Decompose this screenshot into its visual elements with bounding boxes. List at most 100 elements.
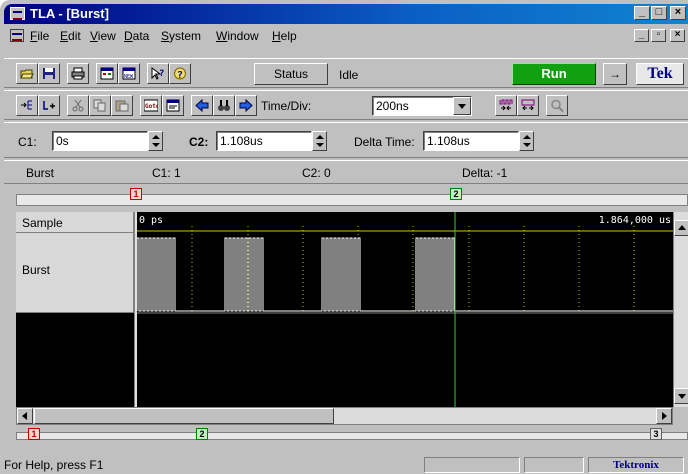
cursor-bar: C1: 0s C2: 1.108us Delta Time: 1.108us — [4, 122, 688, 158]
svg-text:?: ? — [177, 70, 183, 80]
delta-time-input[interactable]: 1.108us — [423, 131, 519, 151]
status-cell-2 — [524, 457, 584, 473]
cursor3-marker-bottom[interactable]: 3 — [650, 428, 662, 440]
goto-button[interactable]: Goto — [140, 95, 162, 116]
signal-name-burst[interactable]: Burst — [16, 233, 134, 313]
doc-close-button[interactable]: × — [670, 29, 685, 42]
search-forward-icon — [239, 99, 253, 112]
c1-spinner[interactable] — [148, 131, 163, 151]
copy-icon — [93, 99, 106, 112]
waveform-canvas: 0 ps 1.864,000 us — [137, 212, 673, 407]
cut-icon — [72, 99, 84, 112]
scroll-down-arrow[interactable] — [674, 388, 688, 404]
time-start-label: 0 ps — [139, 215, 163, 226]
find-icon — [218, 100, 230, 111]
open-button[interactable] — [16, 63, 38, 84]
menu-system[interactable]: System — [161, 29, 201, 43]
menu-window[interactable]: Window — [216, 29, 259, 43]
timediv-label: Time/Div: — [261, 99, 312, 113]
title-bar[interactable]: TLA - [Burst] _ □ × — [4, 4, 688, 24]
menu-edit-rest: dit — [68, 29, 81, 43]
c2-label: C2: — [189, 135, 209, 149]
run-button[interactable]: Run — [512, 63, 596, 85]
cursor-bottom-strip[interactable] — [16, 432, 688, 440]
cursor-overview-strip[interactable] — [16, 194, 688, 206]
context-help-button[interactable]: ? — [147, 63, 169, 84]
magnify-button[interactable] — [546, 95, 568, 116]
status-button[interactable]: Status — [254, 63, 328, 85]
search-forward-button[interactable] — [235, 95, 257, 116]
zoom-in-button[interactable] — [495, 95, 517, 116]
find-button[interactable] — [213, 95, 235, 116]
horizontal-scrollbar[interactable] — [16, 407, 673, 425]
signal-name-sample[interactable]: Sample — [16, 212, 134, 233]
c1-label: C1: — [18, 135, 37, 149]
delta-time-label: Delta Time: — [354, 135, 415, 149]
menu-file[interactable]: File — [30, 29, 49, 43]
status-bar: For Help, press F1 Tektronix — [4, 456, 688, 474]
print-button[interactable] — [67, 63, 89, 84]
timediv-dropdown-button[interactable] — [453, 97, 471, 115]
info-c1: C1: 1 — [152, 166, 181, 180]
cursor2-marker-top[interactable]: 2 — [450, 188, 462, 200]
minimize-button[interactable]: _ — [634, 6, 650, 20]
menu-view[interactable]: View — [90, 29, 116, 43]
scroll-right-arrow[interactable] — [656, 408, 672, 424]
add-waveform-icon — [21, 100, 32, 110]
add-waveform-button[interactable] — [16, 95, 38, 116]
main-toolbar: NEW ? ? Status Idle Run → Tek — [4, 58, 688, 88]
application-window: TLA - [Burst] _ □ × File Edit View Data … — [0, 0, 688, 474]
cursor1-marker-bottom[interactable]: 1 — [28, 428, 40, 440]
print-icon — [71, 67, 85, 80]
goto-icon: Goto — [144, 99, 158, 112]
menu-edit[interactable]: Edit — [60, 29, 81, 43]
time-grid — [137, 226, 673, 312]
save-button[interactable] — [38, 63, 60, 84]
close-button[interactable]: × — [670, 6, 686, 20]
secondary-toolbar: Goto Time/Div: 200ns — [4, 90, 688, 120]
system-window-button[interactable] — [96, 63, 118, 84]
paste-icon — [115, 100, 129, 112]
menu-data[interactable]: Data — [124, 29, 149, 43]
waveform-pane[interactable]: 0 ps 1.864,000 us — [137, 212, 673, 407]
scroll-up-arrow[interactable] — [674, 220, 688, 236]
time-end-label: 1.864,000 us — [599, 215, 671, 226]
new-window-button[interactable]: NEW — [118, 63, 140, 84]
document-icon[interactable] — [10, 29, 24, 42]
svg-text:?: ? — [159, 69, 164, 79]
cut-button[interactable] — [67, 95, 89, 116]
cursor2-marker-bottom[interactable]: 2 — [196, 428, 208, 440]
run-mode-button[interactable]: → — [603, 63, 627, 85]
c2-spinner[interactable] — [312, 131, 327, 151]
tek-logo[interactable]: Tek — [636, 63, 684, 85]
delta-time-spinner[interactable] — [519, 131, 534, 151]
add-channel-button[interactable] — [38, 95, 60, 116]
search-back-icon — [195, 99, 209, 112]
properties-icon — [166, 99, 180, 112]
context-help-icon: ? — [151, 67, 164, 80]
help-button[interactable]: ? — [169, 63, 191, 84]
save-icon — [43, 68, 55, 79]
zoom-out-button[interactable] — [517, 95, 539, 116]
maximize-button[interactable]: □ — [651, 6, 667, 20]
properties-button[interactable] — [162, 95, 184, 116]
paste-button[interactable] — [111, 95, 133, 116]
c2-input[interactable]: 1.108us — [216, 131, 312, 151]
status-help-text: For Help, press F1 — [4, 458, 104, 472]
zoom-out-icon — [521, 99, 535, 111]
c1-input[interactable]: 0s — [52, 131, 148, 151]
cursor1-marker-top[interactable]: 1 — [130, 188, 142, 200]
copy-button[interactable] — [89, 95, 111, 116]
menu-data-rest: ata — [132, 29, 150, 43]
app-icon[interactable] — [10, 7, 25, 20]
scroll-left-arrow[interactable] — [17, 408, 33, 424]
doc-restore-button[interactable]: ▫ — [651, 29, 666, 42]
open-icon — [20, 69, 34, 79]
doc-minimize-button[interactable]: _ — [634, 29, 649, 42]
system-window-icon — [100, 67, 114, 80]
menu-help-rest: elp — [280, 29, 297, 43]
menu-help[interactable]: Help — [272, 29, 297, 43]
search-back-button[interactable] — [191, 95, 213, 116]
vertical-scrollbar[interactable] — [673, 212, 688, 407]
scroll-thumb[interactable] — [34, 408, 334, 424]
